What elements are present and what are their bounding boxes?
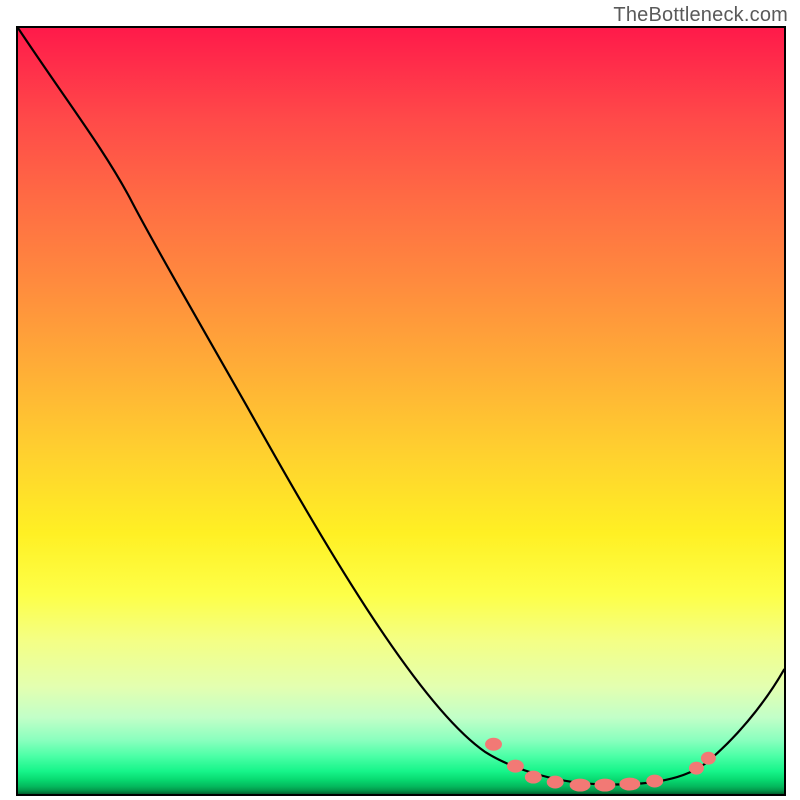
marker-dot (507, 760, 523, 772)
marker-dot (547, 776, 563, 788)
marker-dot (701, 752, 715, 764)
marker-dot (689, 762, 703, 774)
attribution-text: TheBottleneck.com (613, 4, 788, 27)
marker-dot (570, 779, 590, 791)
curve-path (18, 28, 784, 785)
marker-dot (525, 771, 541, 783)
marker-dot (486, 738, 502, 750)
marker-dot (620, 778, 640, 790)
bottleneck-curve (18, 28, 784, 794)
plot-area (16, 26, 786, 796)
marker-group (486, 738, 716, 791)
marker-dot (595, 779, 615, 791)
chart-container: TheBottleneck.com (0, 0, 800, 800)
marker-dot (647, 775, 663, 787)
